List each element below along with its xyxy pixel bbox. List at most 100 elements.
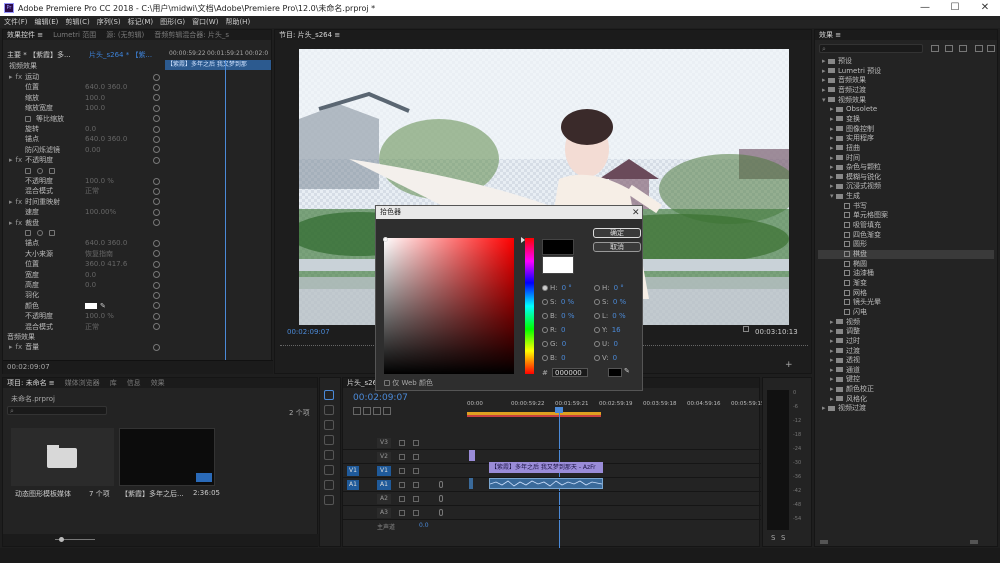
- picker-field-row[interactable]: R: 0: [542, 326, 565, 335]
- effect-param-row[interactable]: 缩放 100.0: [3, 93, 163, 103]
- effect-param-value[interactable]: 0.00: [85, 146, 101, 154]
- picker-radio[interactable]: [542, 341, 548, 347]
- picker-field-row[interactable]: S: 0 %: [542, 298, 574, 307]
- effects-tree-item[interactable]: ▸ 音频效果: [818, 76, 866, 85]
- effects-tree-item[interactable]: ▸ 颜色校正: [818, 385, 874, 394]
- settings-icon[interactable]: [743, 326, 749, 332]
- track-toggle-icon[interactable]: [413, 510, 419, 516]
- tab-effects-small[interactable]: 效果: [151, 378, 165, 388]
- reset-param-icon[interactable]: [153, 187, 160, 195]
- track-lock-icon[interactable]: [399, 496, 405, 502]
- effects-tree-item[interactable]: 油漆桶: [818, 269, 874, 278]
- effects-tree-item[interactable]: ▾ 视频效果: [818, 96, 866, 105]
- effect-param-row[interactable]: 速度 100.00%: [3, 207, 163, 217]
- reset-param-icon[interactable]: [153, 104, 160, 112]
- web-only-checkbox[interactable]: [384, 380, 390, 386]
- track-lock-icon[interactable]: [399, 510, 405, 516]
- reset-param-icon[interactable]: [153, 312, 160, 320]
- effects-tree-item[interactable]: ▸ 键控: [818, 375, 860, 384]
- track-target[interactable]: V3: [377, 438, 391, 448]
- effect-param-row[interactable]: [3, 166, 163, 176]
- menu-sequence[interactable]: 序列(S): [97, 17, 121, 27]
- effect-param-row[interactable]: 等比缩放: [3, 114, 163, 124]
- effects-tree-item[interactable]: ▸ 通道: [818, 366, 860, 375]
- menu-help[interactable]: 帮助(H): [225, 17, 250, 27]
- effects-tree-item[interactable]: 镜头光晕: [818, 298, 881, 307]
- effect-param-row[interactable]: 大小来源 恢复指南: [3, 249, 163, 259]
- disclosure-arrow-icon[interactable]: ▸: [9, 198, 13, 206]
- effect-param-row[interactable]: 不透明度 100.0 %: [3, 311, 163, 321]
- effects-tree-item[interactable]: 圆形: [818, 240, 867, 249]
- picker-field-row[interactable]: H: 0 °: [542, 284, 572, 293]
- effects-tree-item[interactable]: ▸ 实用程序: [818, 134, 874, 143]
- track-lock-icon[interactable]: [399, 454, 405, 460]
- video-clip[interactable]: 【紫霞】多年之后 我又梦到那天 - AzFr: [489, 462, 603, 473]
- effect-param-row[interactable]: 位置 360.0 417.6: [3, 259, 163, 269]
- picker-field-row[interactable]: B: 0: [542, 354, 566, 363]
- delete-icon[interactable]: [987, 45, 995, 52]
- effect-param-row[interactable]: ▸ fx 不透明度: [3, 155, 163, 165]
- effect-param-row[interactable]: 混合模式 正常: [3, 186, 163, 196]
- fx-badge-icon[interactable]: fx: [16, 156, 23, 164]
- picker-radio[interactable]: [594, 285, 600, 291]
- effect-param-value[interactable]: 恢复指南: [85, 250, 113, 258]
- effect-param-row[interactable]: ▸ fx 音量: [3, 342, 163, 352]
- track-target[interactable]: A3: [377, 508, 391, 518]
- effects-tree-item[interactable]: ▸ Obsolete: [818, 105, 877, 114]
- effects-tree-item[interactable]: 椭圆: [818, 260, 867, 269]
- picker-field-value[interactable]: 0 °: [614, 284, 624, 292]
- hand-tool-icon[interactable]: [324, 480, 334, 490]
- yuv-effects-icon[interactable]: [959, 45, 967, 52]
- solo-left[interactable]: S: [771, 534, 775, 542]
- effects-tree-item[interactable]: ▸ 模糊与锐化: [818, 173, 881, 182]
- snap-icon[interactable]: [353, 407, 361, 415]
- picker-field-value[interactable]: 0 %: [612, 312, 625, 320]
- menu-file[interactable]: 文件(F): [4, 17, 28, 27]
- picker-field-row-2[interactable]: S: 0 %: [594, 298, 626, 307]
- tab-lumetri-scopes[interactable]: Lumetri 范围: [53, 30, 96, 40]
- tab-effects[interactable]: 效果 ≡: [819, 30, 841, 40]
- picker-field-row-2[interactable]: H: 0 °: [594, 284, 624, 293]
- effect-param-row[interactable]: ▸ fx 裁盘: [3, 218, 163, 228]
- a1-small-clip[interactable]: [469, 478, 473, 489]
- 32bit-effects-icon[interactable]: [945, 45, 953, 52]
- reset-param-icon[interactable]: [153, 208, 160, 216]
- effect-param-value[interactable]: 640.0 360.0: [85, 135, 127, 143]
- effect-param-value[interactable]: 100.0 %: [85, 312, 114, 320]
- track-lock-icon[interactable]: [399, 482, 405, 488]
- fx-badge-icon[interactable]: fx: [16, 198, 23, 206]
- reset-param-icon[interactable]: [153, 135, 160, 143]
- rect-mask-icon[interactable]: [25, 167, 31, 174]
- tab-media-browser[interactable]: 媒体浏览器: [65, 378, 100, 388]
- effect-param-row[interactable]: 锚点 640.0 360.0: [3, 134, 163, 144]
- clip-thumbnail[interactable]: [119, 428, 215, 486]
- dialog-close-icon[interactable]: ✕: [632, 208, 640, 218]
- picker-field-value[interactable]: 0: [561, 326, 565, 334]
- effect-param-row[interactable]: ▸ fx 运动: [3, 72, 163, 82]
- effect-param-value[interactable]: 0.0: [85, 125, 96, 133]
- effect-param-row[interactable]: [3, 228, 163, 238]
- effects-tree-item[interactable]: ▸ 杂色与颗粒: [818, 163, 881, 172]
- picker-field-value[interactable]: 0: [561, 354, 565, 362]
- solo-right[interactable]: S: [781, 534, 785, 542]
- effects-tree-item[interactable]: ▸ 视频: [818, 318, 860, 327]
- fx-badge-icon[interactable]: fx: [16, 343, 23, 351]
- effect-param-row[interactable]: 宽度 0.0: [3, 270, 163, 280]
- hex-input[interactable]: 000000: [552, 368, 588, 377]
- trash-button[interactable]: [970, 540, 978, 544]
- effect-param-value[interactable]: 100.0: [85, 94, 105, 102]
- picker-radio[interactable]: [594, 299, 600, 305]
- effects-tree-item[interactable]: ▸ 预设: [818, 57, 852, 66]
- pen-tool-icon[interactable]: [324, 465, 334, 475]
- eyedropper-small-icon[interactable]: ✎: [100, 302, 106, 310]
- add-marker-icon[interactable]: [373, 407, 381, 415]
- picker-field-value[interactable]: 0 %: [561, 298, 574, 306]
- close-button[interactable]: ✕: [970, 0, 1000, 16]
- picker-radio[interactable]: [542, 327, 548, 333]
- picker-field-value[interactable]: 0: [613, 340, 617, 348]
- program-current-timecode[interactable]: 00:02:09:07: [287, 328, 330, 336]
- effect-param-value[interactable]: 640.0 360.0: [85, 83, 127, 91]
- track-toggle-icon[interactable]: [413, 440, 419, 446]
- track-target[interactable]: V2: [377, 452, 391, 462]
- mic-icon[interactable]: [439, 481, 443, 488]
